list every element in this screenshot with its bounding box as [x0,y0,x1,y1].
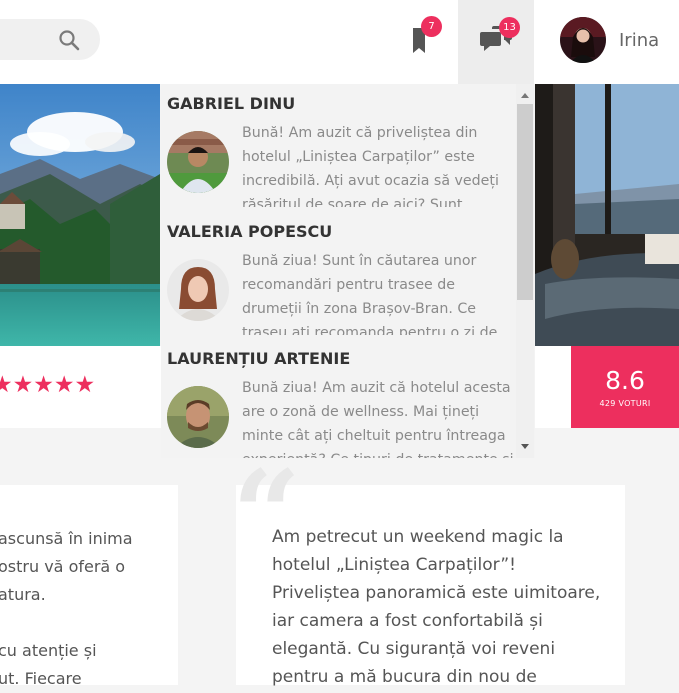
score-value: 8.6 [605,366,645,395]
review-line: atura. [0,585,46,604]
message-sender: LAURENȚIU ARTENIE [167,349,351,368]
user-avatar[interactable] [560,17,606,63]
bookmarks-badge: 7 [421,16,442,37]
room-photo[interactable] [535,84,679,346]
quote-icon: “ [232,444,302,585]
review-line: ostru vă oferă o [0,557,126,576]
message-item[interactable]: VALERIA POPESCU Bună ziua! Sunt în căuta… [161,212,515,339]
message-preview: Bună! Am auzit că priveliștea din hotelu… [242,125,499,207]
scroll-up-icon[interactable] [516,88,534,104]
avatar [167,259,229,321]
messages-dropdown[interactable]: GABRIEL DINU Bună! Am auzit că privelișt… [161,84,535,458]
scroll-down-icon[interactable] [516,438,534,454]
search-icon[interactable] [58,29,80,51]
hotel-photo[interactable] [0,84,160,346]
avatar [167,386,229,448]
messages-badge: 13 [499,17,520,38]
user-name[interactable]: Irina [619,30,659,51]
message-item[interactable]: LAURENȚIU ARTENIE Bună ziua! Am auzit că… [161,339,515,458]
top-bar: 7 13 Irina [0,0,679,84]
votes-count: 429 VOTURI [599,399,651,408]
review-text: Am petrecut un weekend magic la hotelul … [272,527,601,687]
rating-stars: ★★★★★ [0,372,96,398]
message-sender: VALERIA POPESCU [167,222,333,241]
review-line: ascunsă în inima [0,529,133,548]
avatar [167,131,229,193]
messages-button[interactable]: 13 [458,0,534,84]
scrollbar-thumb[interactable] [517,104,533,300]
review-line: cu atenție și [0,641,97,660]
review-card-left: ascunsă în inima ostru vă oferă o atura.… [0,485,178,688]
message-preview: Bună ziua! Sunt în căutarea unor recoman… [242,253,498,335]
score-badge: 8.6 429 VOTURI [571,346,679,428]
message-item[interactable]: GABRIEL DINU Bună! Am auzit că privelișt… [161,84,515,211]
chat-icon [480,26,512,51]
review-line: ut. Fiecare [0,669,82,688]
search-input[interactable] [0,19,100,60]
message-sender: GABRIEL DINU [167,94,296,113]
bookmarks-button[interactable]: 7 [400,16,442,64]
